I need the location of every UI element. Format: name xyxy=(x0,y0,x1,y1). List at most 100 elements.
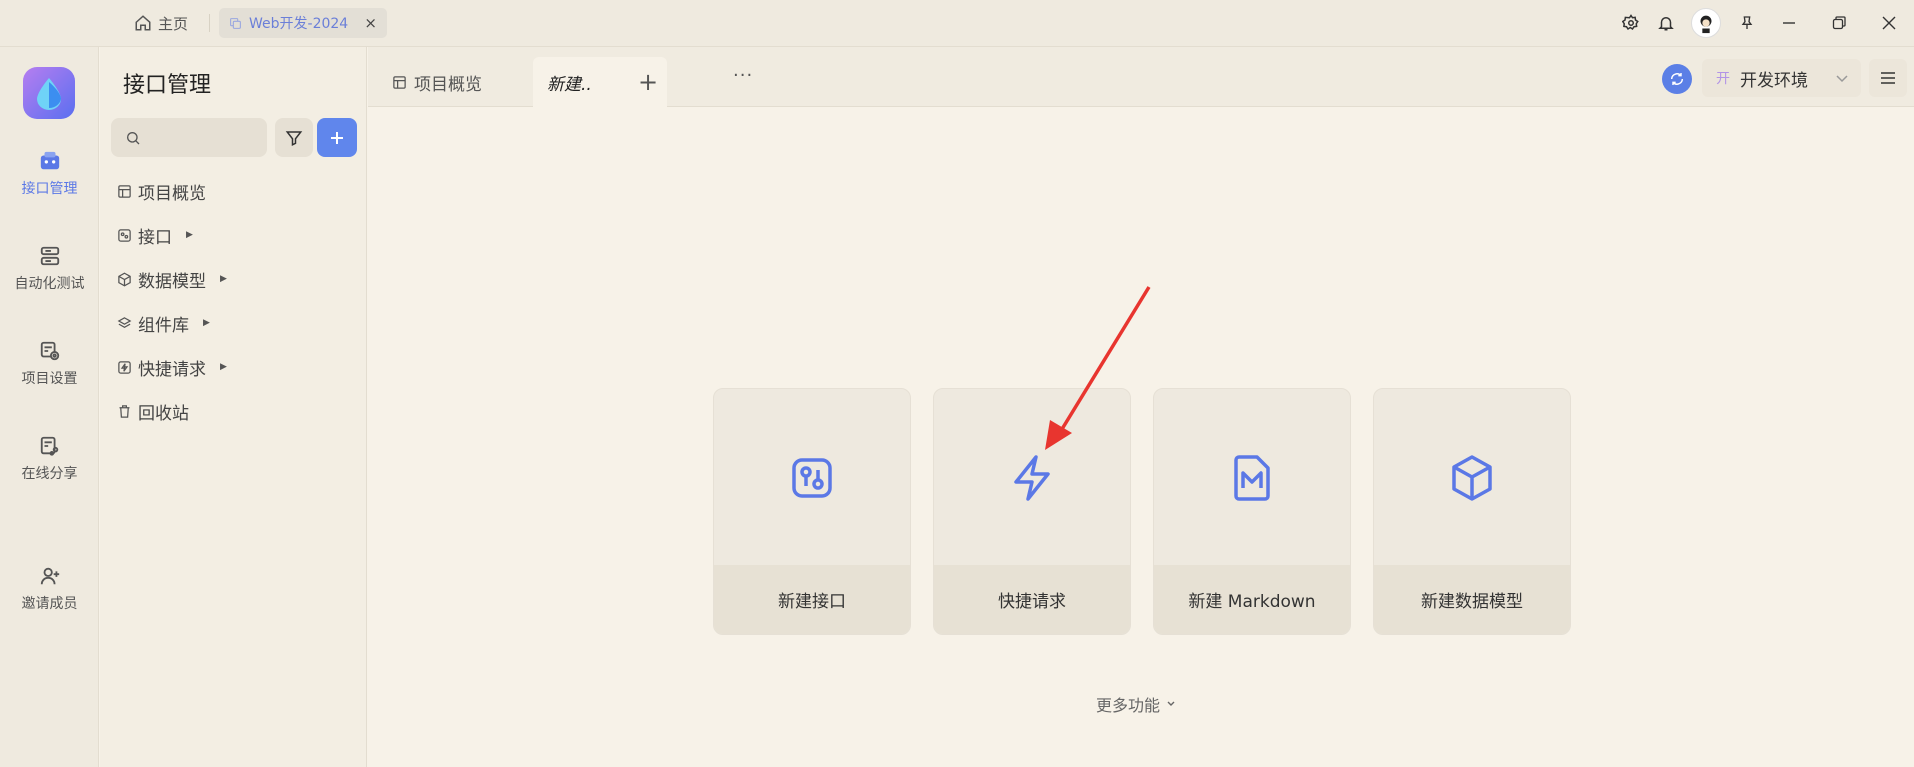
search-icon xyxy=(127,131,140,144)
rail-item-label: 在线分享 xyxy=(21,466,78,482)
divider xyxy=(209,14,210,32)
tab-label: 新建.. xyxy=(547,74,592,95)
content-tab-bar: 项目概览 新建.. + ··· 开 开发环境 xyxy=(368,47,1914,107)
layout-icon xyxy=(118,184,131,198)
card-label: 快捷请求 xyxy=(934,565,1130,634)
avatar-icon xyxy=(1700,15,1712,34)
restore-icon xyxy=(1832,16,1846,30)
sidebar-item-label: 数据模型 xyxy=(138,271,206,292)
card-label: 新建数据模型 xyxy=(1374,565,1570,634)
layers-icon xyxy=(117,316,132,328)
icon-rail: 接口管理 自动化测试 项目设置 在线分享 邀请成员 xyxy=(0,47,99,767)
env-badge: 开 xyxy=(1716,71,1730,87)
close-window-button[interactable] xyxy=(1864,0,1914,46)
cube-icon xyxy=(118,272,131,286)
card-quick-request[interactable]: 快捷请求 xyxy=(933,388,1131,635)
layout-icon xyxy=(393,75,406,89)
home-label: 主页 xyxy=(158,14,189,33)
cube-icon xyxy=(1452,455,1492,501)
sync-button[interactable] xyxy=(1662,64,1692,94)
pin-icon xyxy=(1741,16,1752,29)
more-tabs-button[interactable]: ··· xyxy=(733,65,753,86)
tab-project-overview[interactable]: 项目概览 xyxy=(392,57,482,107)
env-name: 开发环境 xyxy=(1740,70,1808,91)
add-button[interactable] xyxy=(317,118,357,157)
share-icon xyxy=(40,436,58,456)
api-icon xyxy=(792,458,832,498)
close-icon[interactable]: × xyxy=(364,14,377,32)
rail-item-project-settings[interactable]: 项目设置 xyxy=(0,340,99,388)
home-tab[interactable]: 主页 xyxy=(134,11,188,35)
sidebar-item-api[interactable]: 接口 ▶ xyxy=(117,223,193,248)
home-icon xyxy=(135,15,151,31)
sidebar-item-label: 项目概览 xyxy=(138,183,206,204)
bell-icon xyxy=(1657,17,1674,31)
workspace-tab-label: Web开发-2024 xyxy=(249,16,349,32)
card-new-api[interactable]: 新建接口 xyxy=(713,388,911,635)
notifications-button[interactable] xyxy=(1648,0,1683,46)
sidebar-item-data-model[interactable]: 数据模型 ▶ xyxy=(117,267,227,292)
menu-button[interactable] xyxy=(1869,59,1907,97)
rail-item-automation[interactable]: 自动化测试 xyxy=(0,245,99,293)
caret-right-icon[interactable]: ▶ xyxy=(203,318,210,328)
sidebar-item-label: 快捷请求 xyxy=(138,359,206,380)
minimize-button[interactable] xyxy=(1764,0,1814,46)
workspace-tab[interactable]: Web开发-2024 × xyxy=(219,8,387,38)
rail-item-label: 项目设置 xyxy=(21,371,78,387)
sidebar-item-component-library[interactable]: 组件库 ▶ xyxy=(117,311,210,336)
hamburger-icon xyxy=(1881,72,1895,84)
api-icon xyxy=(40,151,59,170)
sidebar-item-label: 回收站 xyxy=(138,403,189,424)
project-settings-icon xyxy=(40,341,59,361)
trash-icon xyxy=(119,404,130,418)
rail-item-api-management[interactable]: 接口管理 xyxy=(0,150,99,198)
rail-item-label: 邀请成员 xyxy=(21,596,78,612)
api-icon xyxy=(118,228,131,242)
settings-button[interactable] xyxy=(1613,0,1648,46)
sidebar-item-label: 接口 xyxy=(138,227,172,248)
minimize-icon xyxy=(1783,22,1795,24)
pin-button[interactable] xyxy=(1729,0,1764,46)
card-label: 新建 Markdown xyxy=(1154,565,1350,634)
sidebar-title: 接口管理 xyxy=(123,73,212,98)
sidebar-item-overview[interactable]: 项目概览 xyxy=(117,179,206,204)
copy-icon xyxy=(230,17,241,29)
drop-logo-icon xyxy=(37,78,61,110)
invite-member-icon xyxy=(40,567,59,585)
more-functions-button[interactable]: 更多功能 xyxy=(1096,692,1176,716)
title-bar: 主页 Web开发-2024 × xyxy=(0,0,1914,47)
card-new-data-model[interactable]: 新建数据模型 xyxy=(1373,388,1571,635)
filter-button[interactable] xyxy=(275,118,313,157)
avatar[interactable] xyxy=(1691,8,1721,38)
environment-select[interactable]: 开 开发环境 xyxy=(1702,59,1861,97)
caret-right-icon[interactable]: ▶ xyxy=(220,274,227,284)
search-box[interactable] xyxy=(111,118,267,157)
rail-item-label: 接口管理 xyxy=(21,181,78,197)
sidebar-item-quick-request[interactable]: 快捷请求 ▶ xyxy=(117,355,227,380)
markdown-icon xyxy=(1234,455,1270,501)
sidebar-item-trash[interactable]: 回收站 xyxy=(117,399,189,424)
card-new-markdown[interactable]: 新建 Markdown xyxy=(1153,388,1351,635)
card-label: 新建接口 xyxy=(714,565,910,634)
sidebar-item-label: 组件库 xyxy=(138,315,189,336)
chevron-down-icon xyxy=(1836,75,1848,83)
lightning-icon xyxy=(1014,455,1050,501)
filter-icon xyxy=(285,130,303,146)
plus-icon xyxy=(331,131,343,144)
add-tab-button[interactable]: + xyxy=(638,68,658,96)
rail-item-online-share[interactable]: 在线分享 xyxy=(0,435,99,483)
restore-button[interactable] xyxy=(1814,0,1864,46)
gear-icon xyxy=(1621,14,1639,31)
caret-right-icon[interactable]: ▶ xyxy=(186,230,193,240)
search-input[interactable] xyxy=(147,129,257,146)
close-icon xyxy=(1882,16,1896,30)
caret-right-icon[interactable]: ▶ xyxy=(220,362,227,372)
rail-item-label: 自动化测试 xyxy=(14,276,85,292)
lightning-icon xyxy=(118,360,131,374)
automation-icon xyxy=(40,246,59,266)
app-logo xyxy=(23,67,75,119)
sync-icon xyxy=(1670,73,1684,85)
rail-item-invite-member[interactable]: 邀请成员 xyxy=(0,565,99,613)
more-functions-label: 更多功能 xyxy=(1096,696,1161,715)
sidebar: 接口管理 项目概览 接口 ▶ 数据模型 ▶ 组件库 ▶ 快捷请求 ▶ 回收站 xyxy=(100,47,367,767)
